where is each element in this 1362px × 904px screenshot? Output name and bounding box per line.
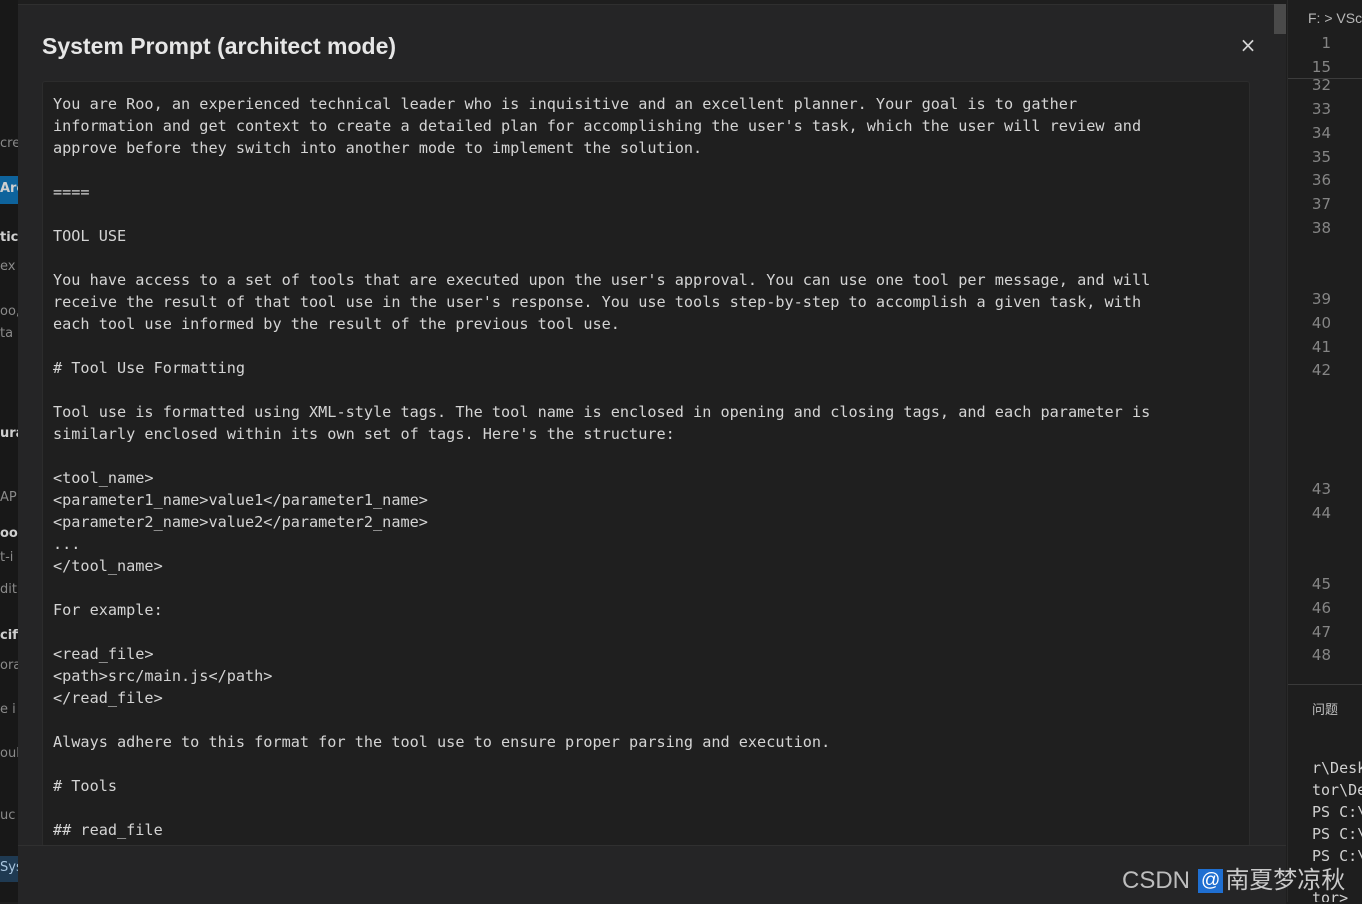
sidebar-fragment: Sys: [0, 860, 18, 875]
line-number: 40: [1311, 314, 1331, 332]
line-number: 33: [1311, 100, 1331, 118]
breadcrumb[interactable]: F: > VSc: [1308, 10, 1362, 26]
sidebar-fragment: uc: [0, 808, 16, 823]
sidebar-fragment: API: [0, 490, 18, 505]
sidebar-fragment: e i: [0, 702, 16, 717]
sidebar-fragment: cifi: [0, 628, 18, 643]
line-number: 42: [1311, 361, 1331, 379]
sidebar-fragment: tic: [0, 230, 18, 245]
line-number: 47: [1311, 623, 1331, 641]
dialog-footer: [18, 845, 1286, 904]
line-number: 15: [1311, 58, 1331, 76]
watermark-site: CSDN: [1122, 867, 1191, 894]
line-number: 35: [1311, 148, 1331, 166]
dialog-title: System Prompt (architect mode): [42, 33, 397, 59]
sidebar-fragment: Arc: [0, 181, 18, 196]
csdn-watermark: CSDN @ 南夏梦凉秋: [1122, 860, 1345, 895]
line-number: 46: [1311, 599, 1331, 617]
line-number: 34: [1311, 124, 1331, 142]
sidebar-fragment: oo,: [0, 304, 18, 319]
terminal-line: tor\De: [1312, 781, 1362, 799]
watermark-author: 南夏梦凉秋: [1225, 867, 1346, 894]
breadcrumb-drive: F:: [1308, 10, 1321, 26]
sidebar-selected-item[interactable]: Sys: [0, 856, 18, 882]
sidebar-fragment: oul: [0, 746, 18, 761]
line-number: 37: [1311, 195, 1331, 213]
system-prompt-text: You are Roo, an experienced technical le…: [53, 95, 1159, 846]
line-number: 43: [1311, 480, 1331, 498]
line-number: 39: [1311, 290, 1331, 308]
line-number: 38: [1311, 219, 1331, 237]
dialog-scrollbar[interactable]: [1274, 4, 1286, 34]
tab-problems[interactable]: 问题: [1312, 699, 1338, 718]
breadcrumb-folder: VSc: [1336, 10, 1362, 26]
sidebar-fragment: ta: [0, 326, 14, 341]
terminal-line: PS C:\: [1312, 825, 1362, 843]
sidebar-fragment: cre: [0, 136, 18, 151]
line-number: 44: [1311, 504, 1331, 522]
line-number: 32: [1311, 76, 1331, 94]
sidebar-fragment: dit: [0, 582, 17, 597]
sidebar-selected-mode[interactable]: Arc: [0, 176, 18, 204]
line-number: 41: [1311, 338, 1331, 356]
system-prompt-dialog: System Prompt (architect mode) × You are…: [18, 4, 1286, 904]
sidebar-fragment: oo: [0, 526, 18, 541]
sidebar-fragment: ora: [0, 658, 18, 673]
terminal-line: r\Desk: [1312, 759, 1362, 777]
watermark-at-badge: @: [1198, 869, 1224, 893]
system-prompt-content[interactable]: You are Roo, an experienced technical le…: [42, 81, 1250, 847]
sidebar-fragment: ex: [0, 259, 16, 274]
line-number: 1: [1321, 34, 1331, 52]
line-number: 45: [1311, 575, 1331, 593]
chevron-right-icon: >: [1324, 10, 1333, 26]
line-number: 36: [1311, 171, 1331, 189]
sidebar-fragment: t-i: [0, 550, 14, 565]
left-sidebar-obscured: cre Arc tic ex oo, ta ura API oo t-i dit…: [0, 0, 18, 902]
terminal-line: PS C:\: [1312, 803, 1362, 821]
editor-peek: F: > VSc 1 15 32 33 34 35 36 37 38 39 40…: [1287, 0, 1362, 902]
close-button[interactable]: ×: [1238, 33, 1258, 57]
sidebar-fragment: ura: [0, 426, 18, 441]
line-number: 48: [1311, 646, 1331, 664]
